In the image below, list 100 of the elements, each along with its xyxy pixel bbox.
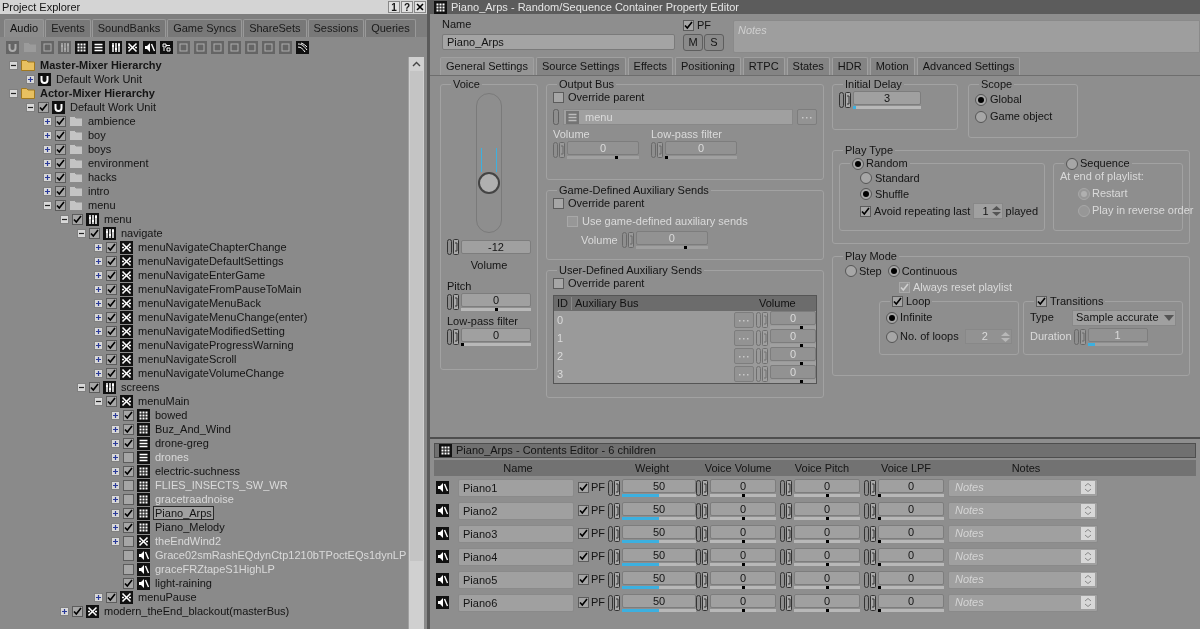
slider-thumb[interactable]: [878, 562, 881, 566]
link-icon[interactable]: [780, 525, 792, 542]
tree-item-label[interactable]: ambience: [86, 114, 138, 128]
tree-item-label[interactable]: bowed: [153, 408, 190, 422]
expand-button[interactable]: [94, 284, 103, 294]
link-icon[interactable]: [608, 548, 620, 565]
link-icon[interactable]: [864, 571, 876, 588]
toggle-button[interactable]: M: [683, 34, 703, 51]
tree-item-label[interactable]: menu: [86, 198, 118, 212]
tree-item-label[interactable]: menuNavigateEnterGame: [136, 268, 268, 282]
expand-button[interactable]: [43, 172, 52, 182]
checkbox[interactable]: [123, 493, 134, 505]
checkbox[interactable]: [72, 605, 83, 617]
tree-item-label[interactable]: Piano_Arps: [153, 506, 214, 520]
slider-track[interactable]: [794, 539, 860, 543]
spin-arrows-icon[interactable]: [990, 205, 1002, 217]
link-icon[interactable]: [608, 571, 620, 588]
checkbox[interactable]: [683, 19, 694, 31]
tree-item-label[interactable]: Default Work Unit: [68, 100, 158, 114]
tab[interactable]: SoundBanks: [91, 19, 167, 37]
tree-item-label[interactable]: menuNavigateScroll: [136, 352, 239, 366]
window-button[interactable]: ?: [401, 1, 413, 13]
number-field[interactable]: -12: [461, 240, 531, 254]
slider-track[interactable]: [710, 608, 776, 612]
collapse-button[interactable]: [43, 200, 52, 210]
slider-track[interactable]: [710, 516, 776, 520]
tab[interactable]: General Settings: [440, 57, 534, 75]
expand-button[interactable]: [94, 298, 103, 308]
link-icon[interactable]: [696, 594, 708, 611]
radio-button[interactable]: [886, 311, 898, 324]
tab[interactable]: Effects: [627, 57, 674, 75]
link-icon[interactable]: [780, 594, 792, 611]
slider-thumb[interactable]: [741, 562, 745, 566]
expand-button[interactable]: [26, 74, 35, 84]
checkbox[interactable]: [106, 339, 117, 351]
checkbox[interactable]: [578, 505, 589, 516]
slider-track[interactable]: [622, 585, 696, 589]
checkbox[interactable]: [123, 451, 134, 463]
tree-item-label[interactable]: menuNavigateModifiedSetting: [136, 324, 287, 338]
tree-item-label[interactable]: Default Work Unit: [54, 72, 144, 86]
tree-item-label[interactable]: menuPause: [136, 590, 199, 604]
checkbox[interactable]: [55, 115, 66, 127]
radio-button[interactable]: [886, 330, 898, 343]
checkbox[interactable]: [106, 395, 117, 407]
checkbox[interactable]: [553, 92, 564, 103]
number-field[interactable]: 50: [622, 570, 696, 585]
slider-thumb[interactable]: [800, 344, 804, 347]
name-field[interactable]: Piano_Arps: [442, 34, 675, 50]
speaker-icon[interactable]: [143, 40, 156, 54]
tree-item-label[interactable]: menu: [102, 212, 134, 226]
number-field[interactable]: 0: [710, 593, 776, 608]
slider-track[interactable]: [794, 608, 860, 612]
slider-track[interactable]: [794, 516, 860, 520]
link-icon[interactable]: [447, 329, 459, 345]
number-field[interactable]: 50: [622, 547, 696, 562]
slider-track[interactable]: [878, 516, 944, 520]
link-icon[interactable]: [447, 294, 459, 310]
slider-thumb[interactable]: [825, 585, 829, 589]
spin-box[interactable]: 1: [973, 203, 1003, 219]
checkbox[interactable]: [123, 521, 134, 533]
number-field[interactable]: 0: [794, 570, 860, 585]
tab[interactable]: Audio: [4, 19, 45, 37]
checkbox[interactable]: [860, 205, 871, 217]
tree-item-label[interactable]: hacks: [86, 170, 119, 184]
expand-button[interactable]: [94, 368, 103, 378]
checkbox[interactable]: [106, 353, 117, 365]
expand-button[interactable]: [94, 326, 103, 336]
slider-track[interactable]: [461, 308, 531, 311]
checkbox[interactable]: [89, 227, 100, 239]
expand-button[interactable]: [94, 270, 103, 280]
tree-item-label[interactable]: menuNavigateMenuBack: [136, 296, 263, 310]
checkbox[interactable]: [106, 591, 117, 603]
caret-icon[interactable]: [1163, 313, 1175, 322]
slider-track[interactable]: [878, 562, 944, 566]
checkbox[interactable]: [106, 297, 117, 309]
checkbox[interactable]: [123, 479, 134, 491]
checkbox[interactable]: [123, 437, 134, 449]
name-field[interactable]: Piano4: [458, 547, 574, 566]
collapse-button[interactable]: [26, 102, 35, 112]
expand-button[interactable]: [111, 480, 120, 490]
tree-item-label[interactable]: environment: [86, 156, 151, 170]
expand-button[interactable]: [60, 606, 69, 616]
link-icon[interactable]: [864, 594, 876, 611]
radio-button[interactable]: [1066, 157, 1078, 170]
tree-item-label[interactable]: menuNavigateFromPauseToMain: [136, 282, 304, 296]
slider-thumb[interactable]: [825, 608, 829, 612]
checkbox[interactable]: [106, 283, 117, 295]
slider-track[interactable]: [794, 493, 860, 497]
slider-track[interactable]: [794, 562, 860, 566]
name-field[interactable]: Piano2: [458, 501, 574, 520]
expand-button[interactable]: [94, 312, 103, 322]
slider-thumb[interactable]: [684, 246, 687, 249]
name-field[interactable]: Piano5: [458, 570, 574, 589]
link-icon[interactable]: [696, 571, 708, 588]
toggle-button[interactable]: S: [704, 34, 724, 51]
number-field[interactable]: 0: [794, 593, 860, 608]
expand-button[interactable]: [43, 130, 52, 140]
radio-button[interactable]: [860, 172, 872, 184]
tree-item-label[interactable]: screens: [119, 380, 162, 394]
link-icon[interactable]: [864, 502, 876, 519]
